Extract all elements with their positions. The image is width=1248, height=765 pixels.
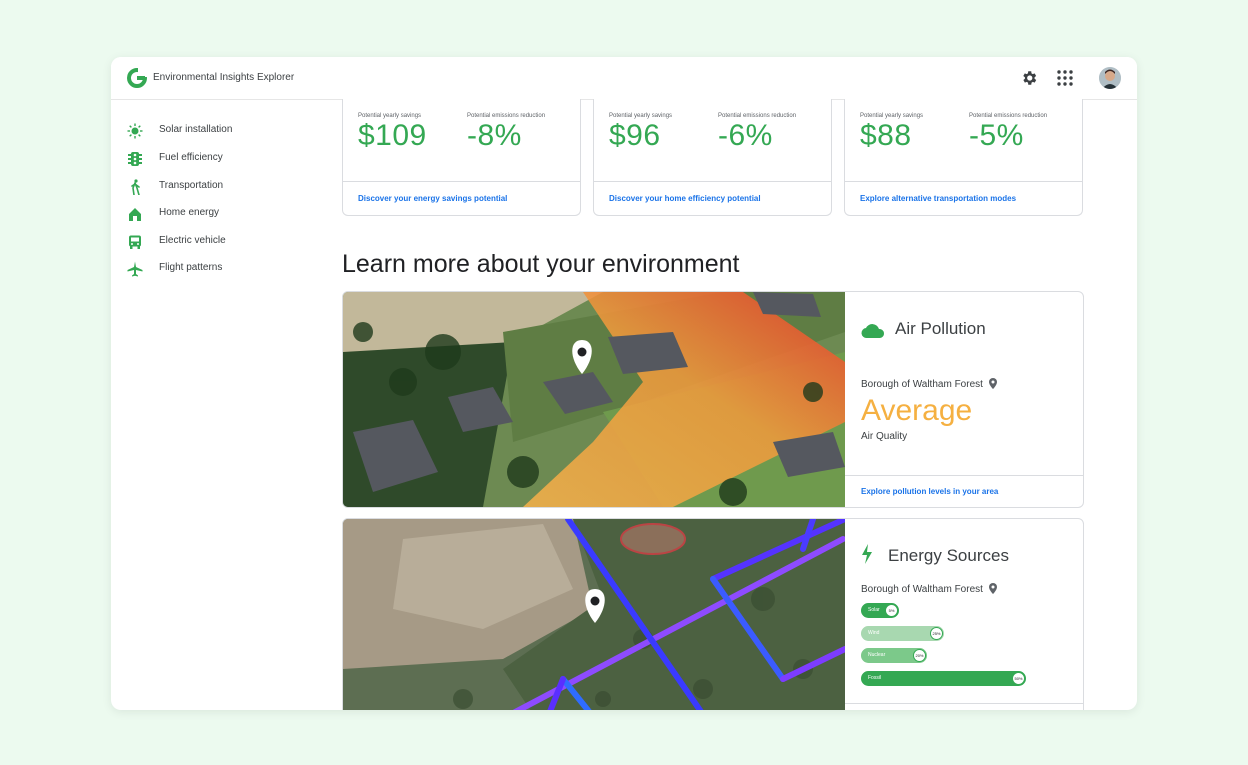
savings-value: $109 <box>358 119 427 152</box>
energy-bar-value: 5% <box>885 604 898 617</box>
energy-bar-fill <box>861 670 1026 686</box>
air-quality-label: Air Quality <box>861 431 908 442</box>
sidebar-item-home-energy[interactable]: Home energy <box>127 204 317 224</box>
cloud-icon <box>861 324 885 339</box>
sidebar-item-label: Flight patterns <box>159 262 223 273</box>
location-pin-icon <box>988 583 997 594</box>
app-window: Environmental Insights Explorer Solar in… <box>111 57 1137 710</box>
energy-bar-value: 25% <box>930 626 943 640</box>
energy-bar-value: 20% <box>913 649 926 662</box>
home-efficiency-link[interactable]: Discover your home efficiency potential <box>609 194 761 203</box>
sidebar-item-label: Home energy <box>159 207 220 218</box>
user-avatar[interactable] <box>1099 67 1121 89</box>
sidebar-item-label: Electric vehicle <box>159 235 226 246</box>
sidebar-item-label: Solar installation <box>159 124 233 135</box>
sidebar-item-flight-patterns[interactable]: Flight patterns <box>127 259 317 279</box>
panel-divider <box>845 703 1083 704</box>
emissions-value: -5% <box>969 119 1024 152</box>
savings-card-home: Potential yearly savings $96 Potential e… <box>593 99 832 216</box>
panel-divider <box>845 475 1083 476</box>
walking-icon <box>131 179 140 195</box>
card-divider <box>845 181 1082 182</box>
energy-bar-wind: Wind 25% <box>861 625 944 641</box>
sun-icon <box>127 123 143 139</box>
transportation-modes-link[interactable]: Explore alternative transportation modes <box>860 194 1016 203</box>
air-quality-level: Average <box>861 394 973 427</box>
sidebar-item-label: Transportation <box>159 180 224 191</box>
energy-bar-label: Wind <box>868 629 880 636</box>
location-pin-icon <box>988 378 997 389</box>
sidebar-item-solar-installation[interactable]: Solar installation <box>127 121 317 141</box>
grid-icon[interactable] <box>1056 69 1074 87</box>
card-divider <box>594 181 831 182</box>
air-pollution-map[interactable] <box>343 292 845 507</box>
energy-bar-value: 50% <box>1012 671 1025 685</box>
emissions-value: -8% <box>467 119 522 152</box>
energy-bar-fossil: Fossil 50% <box>861 670 1026 686</box>
traffic-light-icon <box>128 152 142 166</box>
energy-savings-link[interactable]: Discover your energy savings potential <box>358 194 507 203</box>
energy-sources-map[interactable] <box>343 519 845 710</box>
card-divider <box>343 181 580 182</box>
air-location-label: Borough of Waltham Forest <box>861 379 983 390</box>
savings-value: $96 <box>609 119 661 152</box>
savings-card-transportation: Potential yearly savings $88 Potential e… <box>844 99 1083 216</box>
gear-icon[interactable] <box>1020 69 1038 87</box>
house-icon <box>129 208 141 221</box>
air-pollution-panel: Air Pollution Borough of Waltham Forest … <box>845 292 1083 507</box>
airplane-icon <box>127 261 143 277</box>
savings-card-energy: Potential yearly savings $109 Potential … <box>342 99 581 216</box>
app-title: Environmental Insights Explorer <box>153 72 295 83</box>
top-bar: Environmental Insights Explorer <box>111 57 1137 100</box>
energy-sources-card: Energy Sources Borough of Waltham Forest… <box>342 518 1084 710</box>
section-title: Learn more about your environment <box>342 250 740 278</box>
pollution-levels-link[interactable]: Explore pollution levels in your area <box>861 487 998 496</box>
lightning-icon <box>862 544 872 564</box>
energy-location-label: Borough of Waltham Forest <box>861 584 983 595</box>
energy-bar-label: Fossil <box>868 674 882 681</box>
energy-location: Borough of Waltham Forest <box>861 583 997 595</box>
emissions-value: -6% <box>718 119 773 152</box>
air-pollution-title: Air Pollution <box>895 319 986 338</box>
energy-bar-solar: Solar 5% <box>861 603 899 618</box>
sidebar-item-label: Fuel efficiency <box>159 152 223 163</box>
app-logo-icon[interactable] <box>127 68 147 88</box>
air-pollution-card: Air Pollution Borough of Waltham Forest … <box>342 291 1084 508</box>
energy-bar-nuclear: Nuclear 20% <box>861 648 927 663</box>
sidebar-item-fuel-efficiency[interactable]: Fuel efficiency <box>127 149 317 169</box>
energy-bar-label: Solar <box>868 607 880 613</box>
bus-icon <box>129 235 141 249</box>
energy-bar-label: Nuclear <box>868 652 886 658</box>
energy-sources-title: Energy Sources <box>888 546 1009 565</box>
air-location: Borough of Waltham Forest <box>861 378 997 390</box>
sidebar-item-electric-vehicle[interactable]: Electric vehicle <box>127 232 317 252</box>
savings-value: $88 <box>860 119 912 152</box>
energy-sources-panel: Energy Sources Borough of Waltham Forest… <box>845 519 1083 710</box>
sidebar-item-transportation[interactable]: Transportation <box>127 177 317 197</box>
